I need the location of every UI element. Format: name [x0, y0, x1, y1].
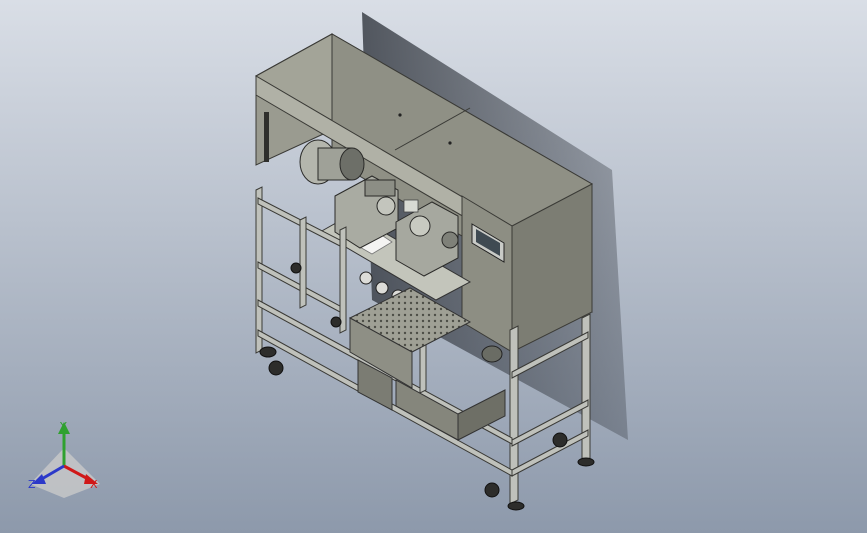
x-axis-label: X	[90, 478, 98, 491]
pressure-gauge	[359, 271, 373, 285]
model-canvas[interactable]	[0, 0, 867, 533]
chuck-left	[376, 196, 396, 216]
y-axis-label: Y	[59, 420, 67, 433]
graphics-viewport[interactable]: Y X Z	[0, 0, 867, 533]
chuck-right-rear	[441, 231, 459, 249]
panel-screw	[398, 113, 402, 117]
door-handle[interactable]	[264, 112, 269, 162]
chuck-right	[409, 215, 431, 237]
tool-block	[403, 199, 419, 213]
motor-end-cap	[339, 147, 365, 181]
z-axis-label: Z	[28, 478, 36, 491]
panel-screw	[448, 141, 452, 145]
spindle-clamp	[364, 179, 396, 197]
pressure-gauge	[375, 281, 389, 295]
axis-triad: Y X Z	[28, 420, 100, 498]
gear-motor	[481, 345, 503, 363]
